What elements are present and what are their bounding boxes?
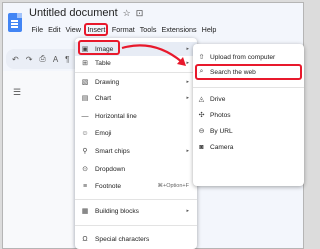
menu-item-horizontal-line[interactable]: — Horizontal line [75, 109, 197, 123]
menu-item-emoji[interactable]: ☺ Emoji [75, 126, 197, 140]
special-characters-icon: Ω [82, 235, 88, 243]
menu-item-label: Special characters [95, 235, 150, 243]
menu-item-building-blocks[interactable]: ▦ Building blocks ▸ [75, 204, 197, 218]
menu-edit[interactable]: Edit [46, 23, 63, 36]
menu-extensions[interactable]: Extensions [159, 23, 199, 36]
title-row: Untitled document ☆ ⊡ [29, 7, 143, 19]
footnote-icon: ≡ [82, 182, 88, 190]
spellcheck-icon[interactable]: A [53, 55, 58, 64]
horizontal-line-icon: — [81, 112, 89, 120]
submenu-divider [193, 87, 304, 88]
drawing-icon: ▧ [81, 79, 89, 86]
submenu-item-drive[interactable]: ◬ Drive [193, 92, 304, 106]
document-outline-icon[interactable]: ☰ [13, 87, 21, 98]
menu-item-label: Horizontal line [95, 112, 137, 120]
submenu-item-upload[interactable]: ⇧ Upload from computer [193, 50, 304, 64]
menu-item-label: Building blocks [95, 207, 139, 215]
image-submenu: ⇧ Upload from computer ⌕ Search the web … [193, 44, 304, 186]
menu-item-smart-chips[interactable]: ⚲ Smart chips ▸ [75, 144, 197, 158]
submenu-arrow-icon: ▸ [186, 46, 189, 52]
menu-item-chart[interactable]: ▤ Chart ▸ [75, 91, 197, 105]
emoji-icon: ☺ [81, 129, 89, 137]
submenu-item-label: Upload from computer [210, 53, 276, 61]
menu-divider [75, 72, 197, 73]
submenu-item-by-url[interactable]: ⊖ By URL [193, 124, 304, 138]
menu-item-footnote[interactable]: ≡ Footnote ⌘+Option+F [75, 179, 197, 193]
submenu-arrow-icon: ▸ [186, 208, 189, 214]
menu-item-table[interactable]: ⊞ Table ▸ [75, 56, 197, 70]
menu-item-label: Table [95, 59, 111, 67]
camera-icon: ◙ [199, 143, 204, 151]
menu-item-drawing[interactable]: ▧ Drawing ▸ [75, 75, 197, 89]
menu-help[interactable]: Help [199, 23, 219, 36]
menu-item-dropdown[interactable]: ⊙ Dropdown [75, 162, 197, 176]
submenu-arrow-icon: ▸ [186, 60, 189, 66]
menu-format[interactable]: Format [109, 23, 137, 36]
image-annotation-box [78, 40, 120, 55]
redo-icon[interactable]: ↷ [26, 55, 33, 64]
document-title[interactable]: Untitled document [29, 7, 118, 19]
folder-icon[interactable]: ⊡ [136, 8, 144, 19]
drive-icon: ◬ [198, 96, 205, 103]
menu-view[interactable]: View [63, 23, 83, 36]
print-icon[interactable]: ⎙ [39, 54, 45, 64]
menu-tools[interactable]: Tools [137, 23, 159, 36]
photos-icon: ✣ [198, 112, 205, 119]
menu-item-label: Footnote [95, 182, 122, 190]
chart-icon: ▤ [81, 95, 89, 102]
insert-menu: ▣ Image ▸ ⊞ Table ▸ ▧ Drawing ▸ ▤ Chart … [75, 38, 197, 249]
menu-item-label: Drawing [95, 78, 120, 86]
search-web-annotation-box [195, 64, 302, 80]
menu-insert[interactable]: Insert [84, 23, 109, 36]
menu-file[interactable]: File [29, 23, 46, 36]
docs-logo-icon[interactable] [8, 13, 22, 32]
smart-chips-icon: ⚲ [82, 148, 88, 155]
submenu-item-label: Drive [210, 95, 226, 103]
submenu-item-label: Camera [210, 143, 234, 151]
submenu-item-label: By URL [210, 127, 233, 135]
upload-icon: ⇧ [198, 54, 205, 61]
submenu-arrow-icon: ▸ [186, 148, 189, 154]
submenu-item-photos[interactable]: ✣ Photos [193, 108, 304, 122]
table-icon: ⊞ [82, 60, 88, 67]
menu-bar: File Edit View Insert Format Tools Exten… [29, 23, 219, 36]
building-blocks-icon: ▦ [81, 208, 89, 215]
submenu-item-label: Photos [210, 111, 231, 119]
dropdown-icon: ⊙ [82, 166, 88, 173]
menu-item-label: Emoji [95, 129, 112, 137]
link-icon: ⊖ [198, 128, 205, 135]
menu-item-label: Smart chips [95, 147, 130, 155]
undo-icon[interactable]: ↶ [12, 55, 19, 64]
paint-format-icon[interactable]: ¶ [65, 55, 69, 64]
menu-item-label: Chart [95, 94, 112, 102]
menu-item-special-characters[interactable]: Ω Special characters [75, 232, 197, 246]
menu-divider [75, 199, 197, 200]
star-icon[interactable]: ☆ [123, 8, 131, 19]
submenu-arrow-icon: ▸ [186, 79, 189, 85]
menu-divider [75, 225, 197, 226]
footnote-shortcut: ⌘+Option+F [157, 183, 190, 189]
menu-item-label: Dropdown [95, 165, 126, 173]
submenu-item-camera[interactable]: ◙ Camera [193, 140, 304, 154]
submenu-arrow-icon: ▸ [186, 95, 189, 101]
